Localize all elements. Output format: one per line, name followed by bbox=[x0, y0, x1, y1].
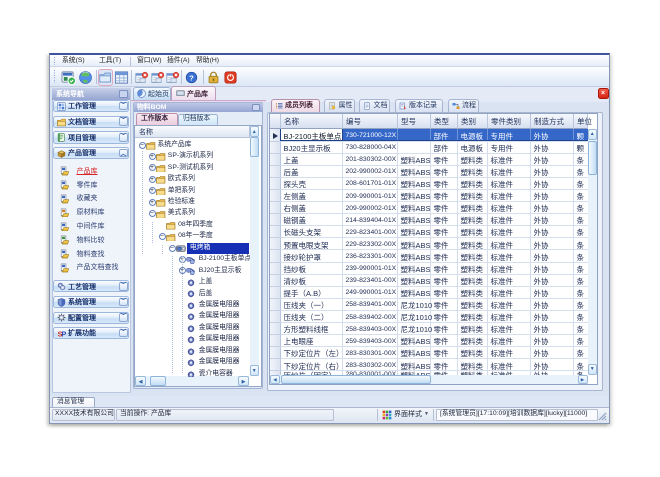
svg-text:P: P bbox=[61, 329, 66, 338]
svg-text:?: ? bbox=[189, 73, 194, 82]
